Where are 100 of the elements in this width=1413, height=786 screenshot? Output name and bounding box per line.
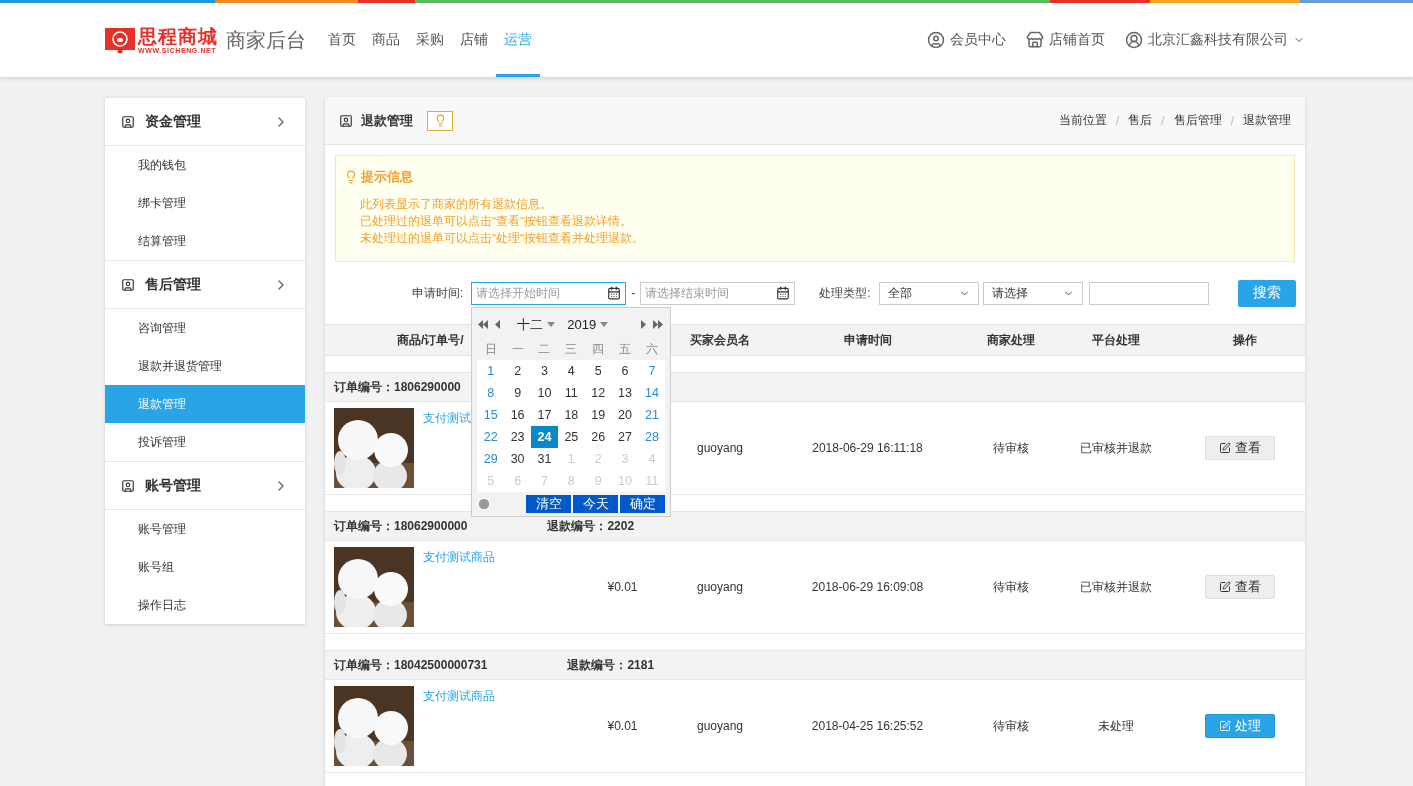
header-link[interactable]: 会员中心 <box>927 31 1006 49</box>
breadcrumb-separator: / <box>1230 113 1234 128</box>
calendar-day[interactable]: 23 <box>504 425 532 448</box>
calendar-day[interactable]: 30 <box>504 447 532 470</box>
calendar-day[interactable]: 11 <box>557 381 585 404</box>
time-cell-text: 2018-06-29 16:09:08 <box>810 580 925 594</box>
breadcrumb-item[interactable]: 售后管理 <box>1173 112 1222 129</box>
calendar-day[interactable]: 5 <box>584 359 612 382</box>
left-icon[interactable] <box>495 320 502 329</box>
logo-icon <box>105 26 135 54</box>
type-select[interactable]: 全部 <box>878 281 979 305</box>
logo-title: 思程商城 <box>138 26 218 47</box>
weekday-label: 日 <box>483 340 498 358</box>
calendar-day[interactable]: 26 <box>584 425 612 448</box>
nav-tab[interactable]: 采购 <box>408 3 452 77</box>
calendar-day[interactable]: 16 <box>504 403 532 426</box>
merchant-status-cell-text: 待审核 <box>992 578 1030 596</box>
sidebar-item[interactable]: 投诉管理 <box>105 423 305 461</box>
calendar-day[interactable]: 19 <box>584 403 612 426</box>
sidebar-item[interactable]: 咨询管理 <box>105 309 305 347</box>
app-name: 商家后台 <box>226 27 306 53</box>
calendar-day[interactable]: 15 <box>477 403 505 426</box>
filter-label: 申请时间: <box>412 284 464 302</box>
sidebar-item[interactable]: 绑卡管理 <box>105 184 305 222</box>
contact-icon <box>339 113 353 128</box>
calendar-day[interactable]: 17 <box>531 403 558 426</box>
nav-tab[interactable]: 店铺 <box>452 3 496 77</box>
sidebar-item[interactable]: 退款并退货管理 <box>105 347 305 385</box>
tip-text: 已处理过的退单可以点击"查看"按钮查看退款详情。 <box>359 214 634 229</box>
calendar-day[interactable]: 2 <box>504 359 532 382</box>
calendar-day[interactable]: 4 <box>557 359 585 382</box>
header-link[interactable]: 北京汇鑫科技有限公司 <box>1125 31 1305 49</box>
double-right-icon[interactable] <box>653 320 665 329</box>
calendar-day[interactable]: 24 <box>531 425 558 448</box>
header-link[interactable]: 店铺首页 <box>1026 31 1105 49</box>
range-separator: - <box>631 286 636 300</box>
right-icon[interactable] <box>641 320 648 329</box>
breadcrumb-item[interactable]: 售后 <box>1128 112 1153 129</box>
month-select[interactable]: 十二 <box>517 315 556 334</box>
year-select[interactable]: 2019 <box>567 317 609 332</box>
edit-icon <box>1219 442 1231 454</box>
calendar-day[interactable]: 29 <box>477 447 505 470</box>
edit-icon <box>1219 581 1231 593</box>
nav-tab[interactable]: 首页 <box>320 3 364 77</box>
calendar-day[interactable]: 25 <box>557 425 585 448</box>
sidebar-item[interactable]: 结算管理 <box>105 222 305 260</box>
calendar-day[interactable]: 14 <box>638 381 666 404</box>
calendar-day[interactable]: 28 <box>638 425 666 448</box>
calendar-day[interactable]: 22 <box>477 425 505 448</box>
user-icon <box>927 31 945 49</box>
end-date-field[interactable]: 请选择结束时间 <box>640 281 796 305</box>
calendar-icon <box>776 286 791 300</box>
calendar-button[interactable]: 确定 <box>620 494 666 513</box>
calendar-day[interactable]: 8 <box>477 381 505 404</box>
column-header: 买家会员名 <box>689 331 751 349</box>
time-cell-text: 2018-06-29 16:11:18 <box>811 441 924 455</box>
calendar-day[interactable]: 1 <box>477 359 505 382</box>
sidebar-item[interactable]: 账号组 <box>105 548 305 586</box>
sidebar-item[interactable]: 我的钱包 <box>105 146 305 184</box>
calendar-day[interactable]: 20 <box>611 403 639 426</box>
breadcrumb-separator: / <box>1115 113 1120 128</box>
keyword-field[interactable] <box>1088 281 1209 305</box>
view-button[interactable]: 查看 <box>1205 575 1275 599</box>
user-icon <box>1125 31 1143 49</box>
breadcrumb-item[interactable]: 退款管理 <box>1243 112 1291 129</box>
column-header: 商家处理 <box>986 331 1036 349</box>
merchant-status-cell-text: 待审核 <box>992 717 1030 735</box>
double-left-icon[interactable] <box>478 320 490 329</box>
calendar-day[interactable]: 18 <box>557 403 585 426</box>
refund-number: 退款编号：2181 <box>567 656 655 674</box>
status-select[interactable]: 请选择 <box>982 281 1083 305</box>
calendar-day[interactable]: 27 <box>611 425 639 448</box>
nav-tab[interactable]: 商品 <box>364 3 408 77</box>
contact-icon <box>121 277 135 292</box>
calendar-day[interactable]: 10 <box>531 381 558 404</box>
start-date-field[interactable]: 请选择开始时间 <box>471 281 627 305</box>
calendar-day[interactable]: 12 <box>584 381 612 404</box>
contact-icon <box>121 478 135 493</box>
sidebar-item[interactable]: 账号管理 <box>105 510 305 548</box>
order-number: 订单编号：18062900000 <box>334 517 468 535</box>
calendar-day[interactable]: 6 <box>611 359 639 382</box>
calendar-day[interactable]: 13 <box>611 381 639 404</box>
column-header: 平台处理 <box>1091 331 1141 349</box>
calendar-day[interactable]: 9 <box>504 381 532 404</box>
store-icon <box>1026 31 1044 49</box>
buyer-cell-text: guoyang <box>695 580 744 594</box>
view-button[interactable]: 查看 <box>1205 436 1275 460</box>
calendar-button[interactable]: 今天 <box>573 494 619 513</box>
calendar-day[interactable]: 7 <box>638 359 666 382</box>
edit-icon <box>1219 720 1231 732</box>
platform-status-cell-text: 未处理 <box>1097 717 1135 735</box>
sidebar-item[interactable]: 操作日志 <box>105 586 305 624</box>
calendar-day[interactable]: 3 <box>531 359 558 382</box>
weekday-label: 三 <box>564 340 579 358</box>
panel-title: 退款管理 <box>361 111 413 130</box>
calendar-button[interactable]: 清空 <box>526 494 572 513</box>
calendar-day[interactable]: 31 <box>531 447 558 470</box>
buyer-cell-text: guoyang <box>695 441 744 455</box>
calendar-day[interactable]: 21 <box>638 403 666 426</box>
caret-icon <box>600 322 609 327</box>
